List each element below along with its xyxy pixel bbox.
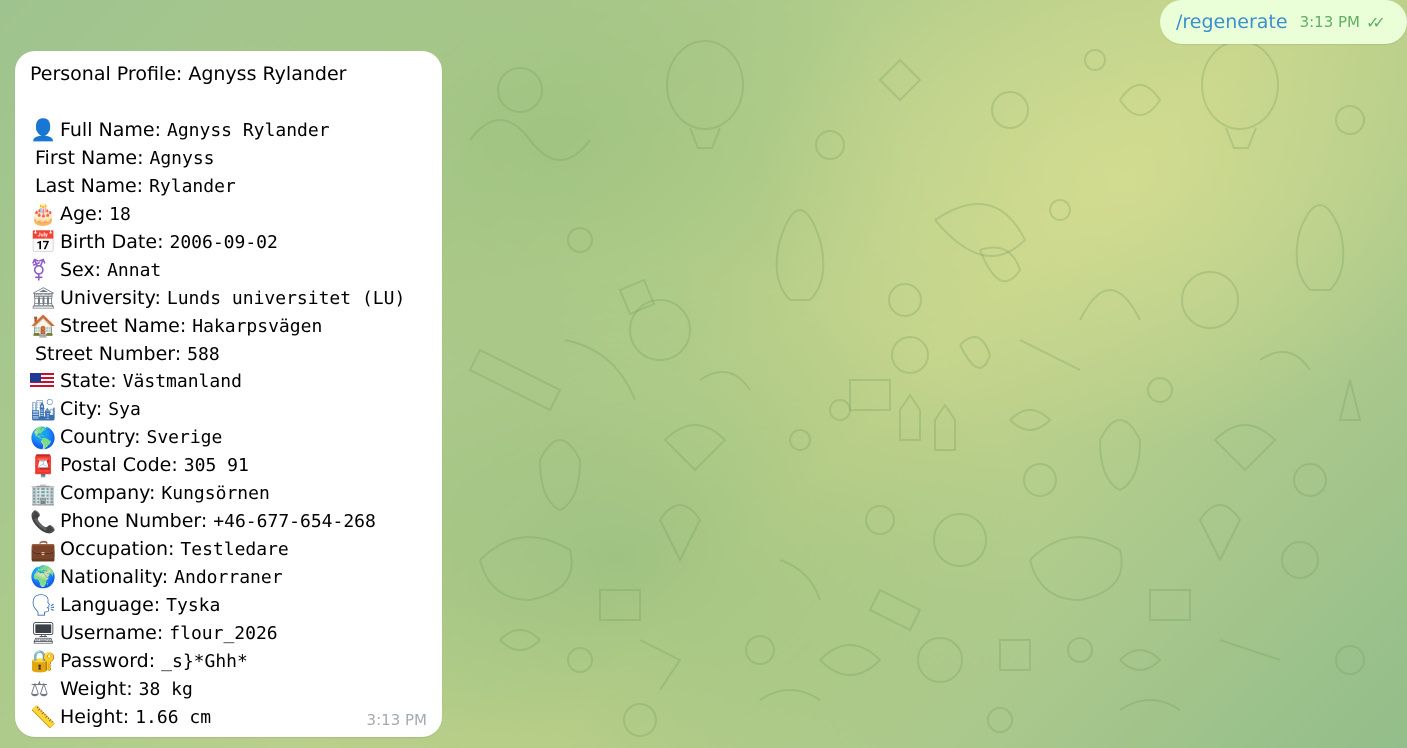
locked-with-key-icon: 🔐 [30, 649, 57, 674]
telephone-receiver-icon: 📞 [30, 509, 57, 534]
calendar-icon: 📅 [30, 230, 57, 255]
field-value: Testledare [180, 539, 289, 561]
field-label: Birth Date: [60, 230, 164, 253]
regenerate-command-text[interactable]: /regenerate [1176, 11, 1288, 33]
field-label: Nationality: [60, 566, 169, 588]
field-label: Occupation: [60, 538, 175, 561]
profile-title: Personal Profile: Agnyss Rylander [30, 63, 347, 85]
field-username: 🖥 Username: flour_2026 [30, 620, 432, 648]
field-first-name: First Name: Agnyss [30, 145, 432, 173]
field-value: Sverige [146, 427, 223, 449]
field-occupation: 💼 Occupation: Testledare [30, 536, 432, 564]
person-icon: 👤 [30, 118, 57, 143]
field-password: 🔐 Password: _s}*Ghh* [30, 648, 432, 676]
field-value: Agnyss Rylander [166, 120, 330, 141]
globe-americas-icon: 🌎 [30, 425, 57, 450]
field-label: Weight: [60, 677, 133, 700]
field-label: Full Name: [60, 119, 161, 141]
birthday-cake-icon: 🎂 [30, 202, 57, 227]
field-postal-code: 📮 Postal Code: 305 91 [30, 452, 432, 480]
field-label: Age: [60, 202, 104, 225]
field-value: Västmanland [122, 371, 242, 393]
field-value: flour_2026 [169, 622, 278, 644]
field-street-name: 🏠 Street Name: Hakarpsvägen [30, 313, 432, 341]
field-state: State: Västmanland [30, 368, 432, 396]
balance-scale-icon: ⚖ [30, 677, 49, 702]
field-last-name: Last Name: Rylander [30, 173, 432, 201]
field-label: Sex: [60, 258, 102, 281]
field-university: 🏛 University: Lunds universitet (LU) [30, 285, 432, 313]
outgoing-message-time: 3:13 PM [1299, 13, 1361, 31]
field-label: University: [60, 286, 161, 309]
field-label: City: [60, 398, 103, 421]
field-value: 588 [187, 343, 220, 365]
double-check-icon: ✓✓ [1366, 12, 1386, 32]
field-label: Company: [60, 482, 156, 505]
field-label: Street Name: [60, 314, 187, 337]
field-value: _s}*Ghh* [161, 650, 248, 672]
field-label: Password: [60, 649, 156, 672]
field-company: 🏢 Company: Kungsörnen [30, 480, 432, 508]
field-label: Country: [60, 426, 141, 449]
field-value: Andorraner [174, 567, 283, 588]
field-value: 18 [109, 203, 131, 225]
field-nationality: 🌍 Nationality: Andorraner [30, 564, 432, 592]
field-value: Rylander [149, 175, 236, 197]
field-label: Last Name: [35, 174, 144, 197]
field-value: Kungsörnen [161, 483, 270, 505]
field-label: Postal Code: [60, 454, 178, 477]
field-country: 🌎 Country: Sverige [30, 424, 432, 452]
field-value: Lunds universitet (LU) [166, 287, 406, 309]
globe-europe-africa-icon: 🌍 [30, 565, 57, 590]
transgender-symbol-icon: ⚧ [30, 258, 48, 283]
field-value: 1.66 cm [135, 706, 212, 728]
field-label: Username: [60, 621, 164, 644]
field-phone-number: 📞 Phone Number: +46-677-654-268 [30, 508, 432, 536]
field-label: First Name: [35, 146, 144, 169]
office-building-icon: 🏢 [30, 481, 57, 506]
field-value: Agnyss [149, 147, 215, 169]
field-label: Height: [60, 705, 130, 728]
incoming-message-time: 3:13 PM [366, 711, 427, 729]
field-label: State: [60, 370, 117, 393]
field-weight: ⚖ Weight: 38 kg [30, 676, 432, 704]
field-value: Tyska [166, 594, 221, 616]
speaking-head-icon: 🗣 [30, 593, 57, 618]
field-birth-date: 📅 Birth Date: 2006-09-02 [30, 229, 432, 257]
field-label: Language: [60, 593, 161, 616]
straight-ruler-icon: 📏 [30, 705, 57, 730]
field-value: 2006-09-02 [169, 231, 278, 253]
field-value: 305 91 [183, 455, 249, 477]
classical-building-icon: 🏛 [30, 286, 57, 311]
field-label: Phone Number: [60, 510, 208, 533]
field-street-number: Street Number: 588 [30, 341, 432, 369]
field-sex: ⚧ Sex: Annat [30, 257, 432, 285]
field-label: Street Number: [35, 342, 182, 365]
cityscape-icon: 🏙 [30, 397, 57, 422]
field-value: Sya [108, 399, 141, 421]
profile-message-bubble[interactable]: Personal Profile: Agnyss Rylander 👤 Full… [15, 51, 442, 737]
field-age: 🎂 Age: 18 [30, 201, 432, 229]
us-flag-shape [30, 372, 54, 389]
house-icon: 🏠 [30, 314, 57, 339]
field-city: 🏙 City: Sya [30, 396, 432, 424]
desktop-computer-icon: 🖥 [30, 621, 57, 646]
field-language: 🗣 Language: Tyska [30, 592, 432, 620]
title-spacer [30, 87, 432, 117]
field-value: Hakarpsvägen [192, 315, 323, 337]
field-full-name: 👤 Full Name: Agnyss Rylander [30, 117, 432, 145]
postbox-icon: 📮 [30, 453, 57, 478]
field-value: +46-677-654-268 [213, 511, 376, 533]
us-flag-icon [30, 372, 60, 393]
field-value: 38 kg [138, 678, 193, 700]
outgoing-message-bubble[interactable]: /regenerate 3:13 PM ✓✓ [1160, 0, 1407, 44]
field-value: Annat [107, 259, 162, 281]
briefcase-icon: 💼 [30, 537, 57, 562]
